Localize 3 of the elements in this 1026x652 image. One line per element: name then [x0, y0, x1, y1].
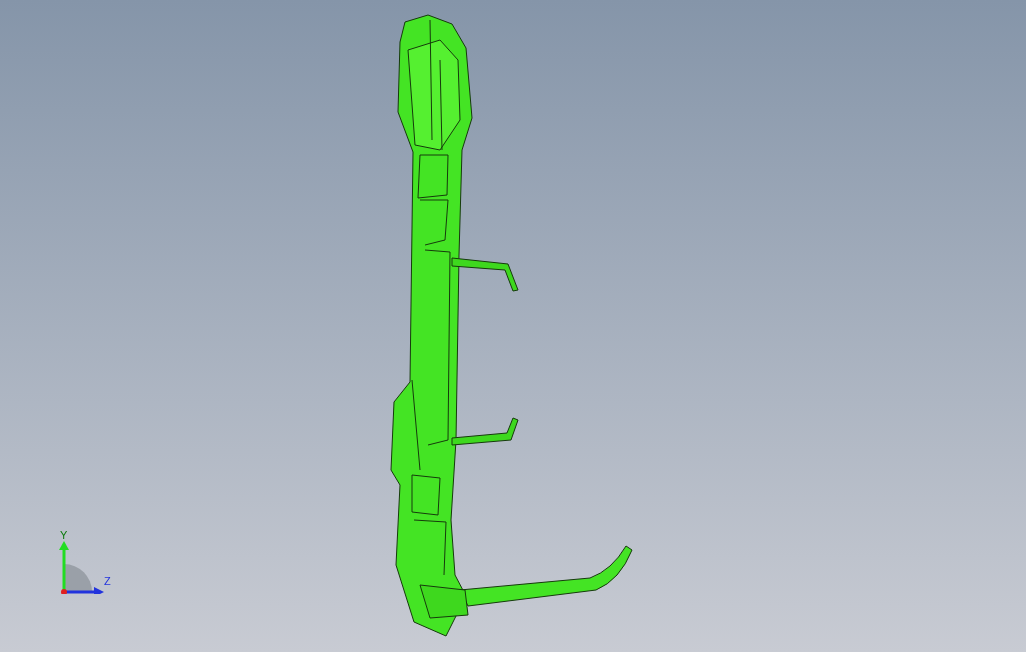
- z-axis-label: Z: [104, 576, 111, 587]
- y-axis-label: Y: [60, 530, 68, 541]
- axis-triad-icon: [56, 540, 106, 594]
